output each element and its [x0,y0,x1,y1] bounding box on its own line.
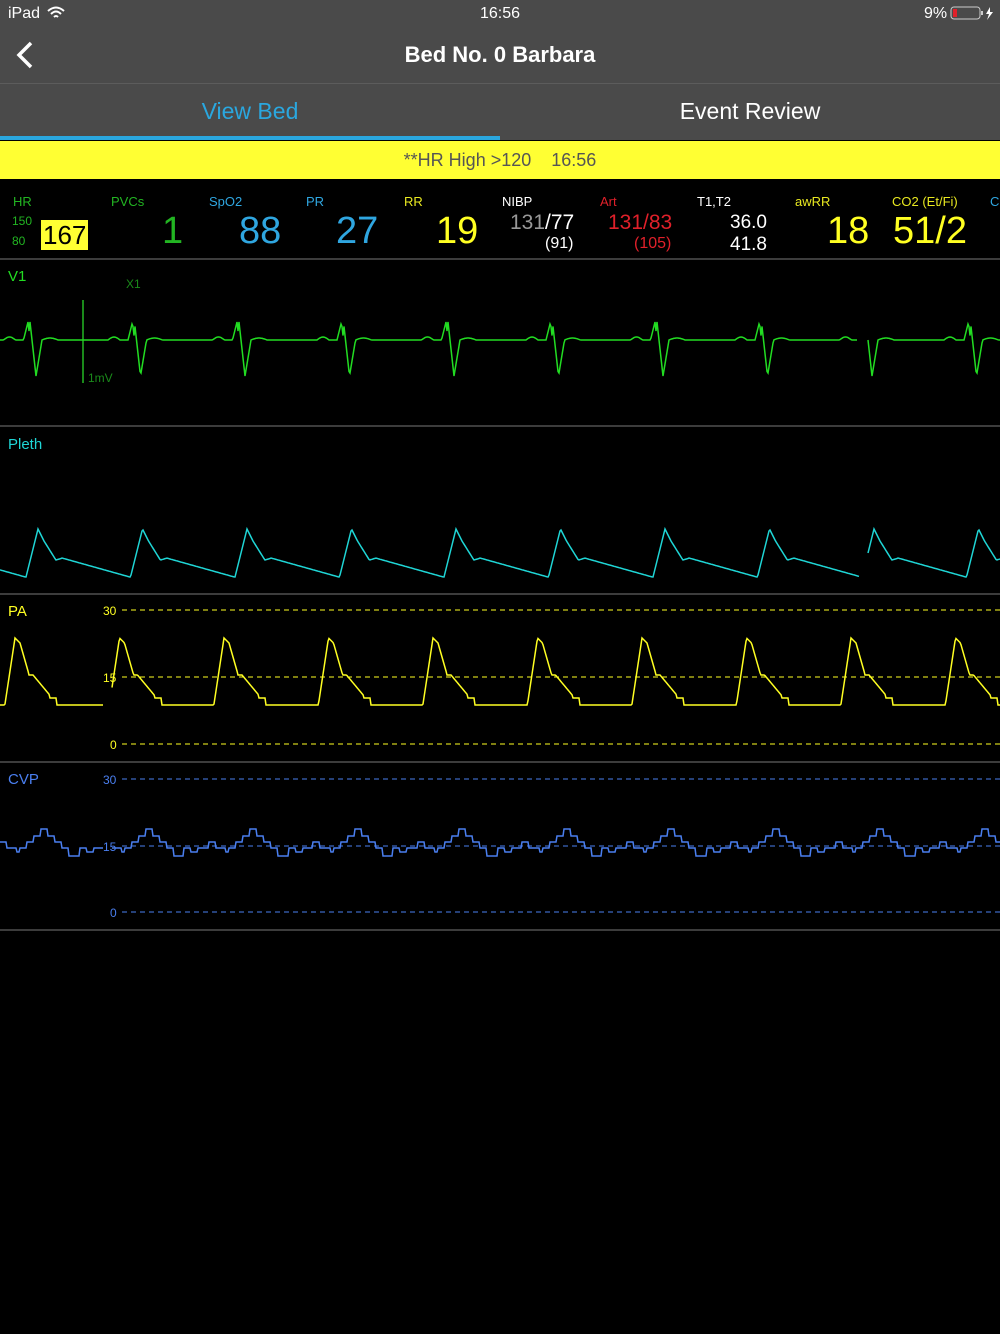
pleth-waveform [0,526,1000,578]
cvp-waveform [0,828,1000,857]
waveform-canvas [0,300,1000,913]
pa-waveform [0,636,1000,706]
ecg-waveform [0,321,1000,377]
